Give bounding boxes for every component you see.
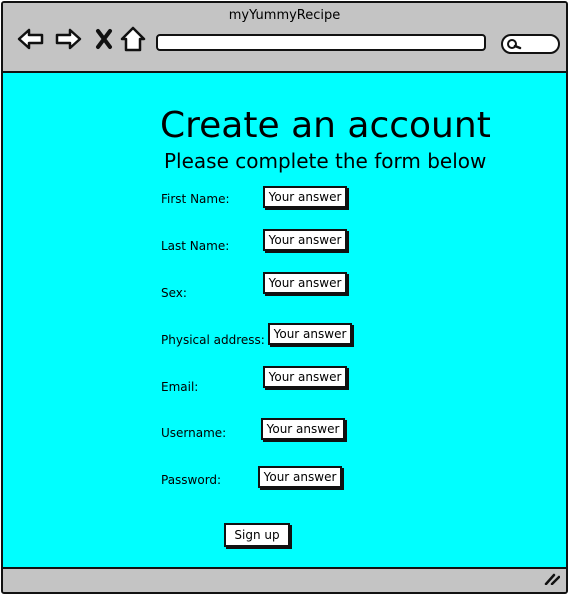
- last-name-input[interactable]: [263, 229, 347, 251]
- page-title: Create an account: [160, 105, 491, 146]
- search-icon: [506, 37, 522, 56]
- browser-search-box[interactable]: [501, 34, 560, 54]
- forward-arrow-icon[interactable]: [54, 25, 82, 53]
- email-label: Email:: [161, 380, 199, 394]
- physical-address-label: Physical address:: [161, 333, 265, 347]
- username-label: Username:: [161, 426, 227, 440]
- first-name-label: First Name:: [161, 192, 230, 206]
- resize-handle-icon[interactable]: [544, 570, 561, 589]
- browser-window: myYummyRecipe Create an account Please c…: [1, 1, 568, 594]
- sex-label: Sex:: [161, 286, 187, 300]
- first-name-input[interactable]: [263, 186, 347, 208]
- back-arrow-icon[interactable]: [17, 25, 45, 53]
- password-input[interactable]: [258, 466, 342, 488]
- email-input[interactable]: [263, 366, 347, 388]
- close-icon[interactable]: [90, 25, 118, 53]
- window-title: myYummyRecipe: [228, 8, 341, 23]
- page-subtitle: Please complete the form below: [164, 149, 487, 173]
- status-bar: [3, 567, 566, 592]
- address-bar[interactable]: [156, 34, 486, 51]
- password-label: Password:: [161, 473, 222, 487]
- last-name-label: Last Name:: [161, 239, 230, 253]
- sign-up-button[interactable]: Sign up: [224, 523, 290, 547]
- page-content: Create an account Please complete the fo…: [3, 73, 566, 571]
- browser-titlebar: myYummyRecipe: [3, 3, 566, 73]
- physical-address-input[interactable]: [268, 323, 352, 345]
- sex-input[interactable]: [263, 272, 347, 294]
- home-icon[interactable]: [119, 25, 147, 53]
- username-input[interactable]: [261, 418, 345, 440]
